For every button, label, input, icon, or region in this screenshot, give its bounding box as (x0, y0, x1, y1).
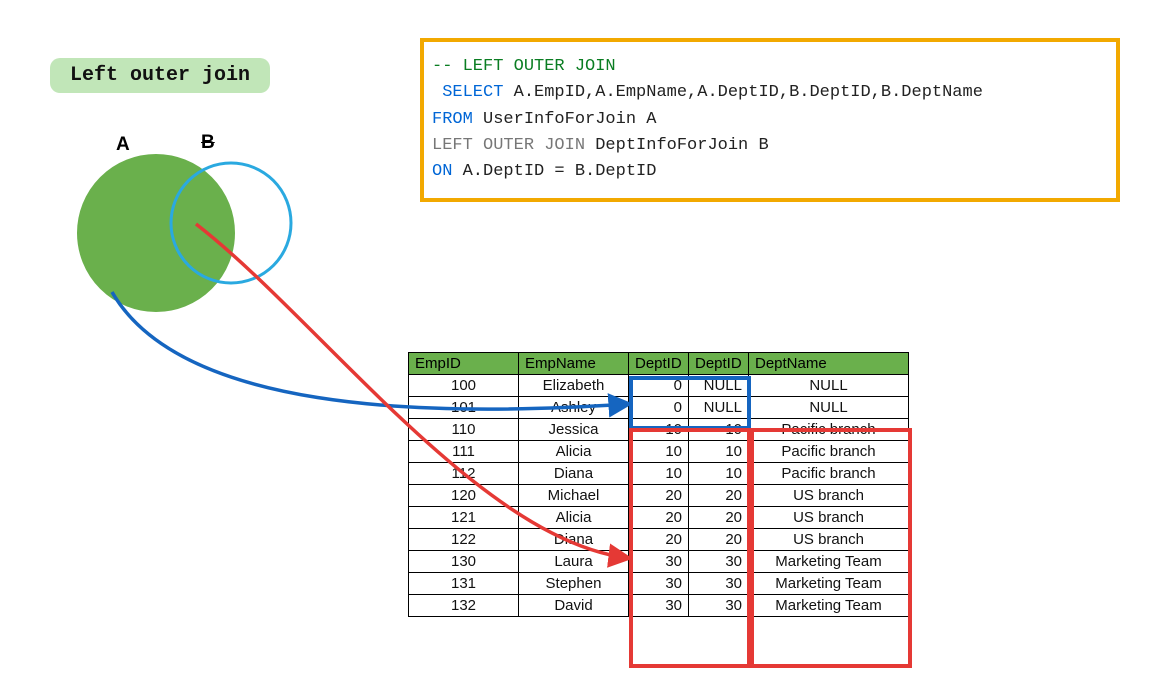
table-row: 120Michael2020US branch (409, 485, 909, 507)
cell-deptid-b: NULL (689, 375, 749, 397)
sql-on-rest: A.DeptID = B.DeptID (452, 162, 656, 181)
cell-deptid-a: 10 (629, 419, 689, 441)
cell-deptname: US branch (749, 529, 909, 551)
cell-deptid-b: 30 (689, 595, 749, 617)
cell-empname: Michael (519, 485, 629, 507)
cell-deptid-a: 20 (629, 529, 689, 551)
cell-deptname: US branch (749, 485, 909, 507)
cell-empname: David (519, 595, 629, 617)
cell-deptname: US branch (749, 507, 909, 529)
cell-deptid-b: 10 (689, 463, 749, 485)
cell-empid: 132 (409, 595, 519, 617)
col-empid: EmpID (409, 353, 519, 375)
cell-deptid-a: 10 (629, 441, 689, 463)
col-deptname: DeptName (749, 353, 909, 375)
cell-empname: Jessica (519, 419, 629, 441)
cell-deptname: Pacific branch (749, 441, 909, 463)
cell-empname: Diana (519, 529, 629, 551)
cell-empid: 121 (409, 507, 519, 529)
cell-empid: 100 (409, 375, 519, 397)
table-row: 110Jessica1010Pacific branch (409, 419, 909, 441)
title-text: Left outer join (70, 64, 250, 87)
cell-empname: Stephen (519, 573, 629, 595)
table-row: 132David3030Marketing Team (409, 595, 909, 617)
sql-left-rest: OUTER JOIN (473, 136, 585, 155)
table-row: 131Stephen3030Marketing Team (409, 573, 909, 595)
venn-diagram: A B (86, 138, 306, 328)
cell-empname: Elizabeth (519, 375, 629, 397)
sql-select-cols: A.EmpID,A.EmpName,A.DeptID,B.DeptID,B.De… (503, 83, 982, 102)
cell-empid: 111 (409, 441, 519, 463)
table-header-row: EmpID EmpName DeptID DeptID DeptName (409, 353, 909, 375)
cell-empid: 131 (409, 573, 519, 595)
venn-label-a: A (116, 134, 130, 156)
cell-deptname: NULL (749, 397, 909, 419)
cell-deptid-b: 10 (689, 441, 749, 463)
cell-deptname: Marketing Team (749, 573, 909, 595)
table-row: 100Elizabeth0NULLNULL (409, 375, 909, 397)
cell-deptid-b: 30 (689, 573, 749, 595)
sql-comment: -- LEFT OUTER JOIN (432, 57, 616, 76)
title-badge: Left outer join (50, 58, 270, 93)
cell-empname: Alicia (519, 441, 629, 463)
cell-deptid-a: 30 (629, 595, 689, 617)
cell-deptname: Marketing Team (749, 595, 909, 617)
sql-left-kw: LEFT (432, 136, 473, 155)
cell-deptname: Pacific branch (749, 463, 909, 485)
cell-empid: 130 (409, 551, 519, 573)
cell-empid: 120 (409, 485, 519, 507)
cell-deptid-b: 20 (689, 485, 749, 507)
cell-deptid-b: 20 (689, 507, 749, 529)
cell-empid: 110 (409, 419, 519, 441)
cell-deptid-b: 30 (689, 551, 749, 573)
cell-deptid-a: 10 (629, 463, 689, 485)
cell-deptid-b: NULL (689, 397, 749, 419)
cell-deptid-a: 20 (629, 485, 689, 507)
sql-from-kw: FROM (432, 110, 473, 129)
table-row: 111Alicia1010Pacific branch (409, 441, 909, 463)
result-table: EmpID EmpName DeptID DeptID DeptName 100… (408, 352, 909, 617)
col-deptid-a: DeptID (629, 353, 689, 375)
cell-deptname: Marketing Team (749, 551, 909, 573)
table-row: 112Diana1010Pacific branch (409, 463, 909, 485)
cell-deptid-a: 30 (629, 573, 689, 595)
cell-deptid-b: 20 (689, 529, 749, 551)
cell-empid: 112 (409, 463, 519, 485)
table-row: 130Laura3030Marketing Team (409, 551, 909, 573)
venn-label-b: B (201, 132, 215, 154)
sql-select-kw: SELECT (432, 83, 503, 102)
cell-deptid-a: 30 (629, 551, 689, 573)
cell-deptid-a: 20 (629, 507, 689, 529)
table-row: 101Ashley0NULLNULL (409, 397, 909, 419)
cell-deptname: NULL (749, 375, 909, 397)
cell-empname: Ashley (519, 397, 629, 419)
cell-deptid-a: 0 (629, 375, 689, 397)
col-deptid-b: DeptID (689, 353, 749, 375)
cell-empid: 122 (409, 529, 519, 551)
cell-deptname: Pacific branch (749, 419, 909, 441)
sql-left-table: DeptInfoForJoin B (585, 136, 769, 155)
cell-deptid-a: 0 (629, 397, 689, 419)
cell-empname: Laura (519, 551, 629, 573)
col-empname: EmpName (519, 353, 629, 375)
sql-on-kw: ON (432, 162, 452, 181)
cell-empname: Alicia (519, 507, 629, 529)
cell-deptid-b: 10 (689, 419, 749, 441)
sql-code-box: -- LEFT OUTER JOIN SELECT A.EmpID,A.EmpN… (420, 38, 1120, 202)
cell-empname: Diana (519, 463, 629, 485)
sql-from-rest: UserInfoForJoin A (473, 110, 657, 129)
cell-empid: 101 (409, 397, 519, 419)
table-row: 121Alicia2020US branch (409, 507, 909, 529)
table-row: 122Diana2020US branch (409, 529, 909, 551)
